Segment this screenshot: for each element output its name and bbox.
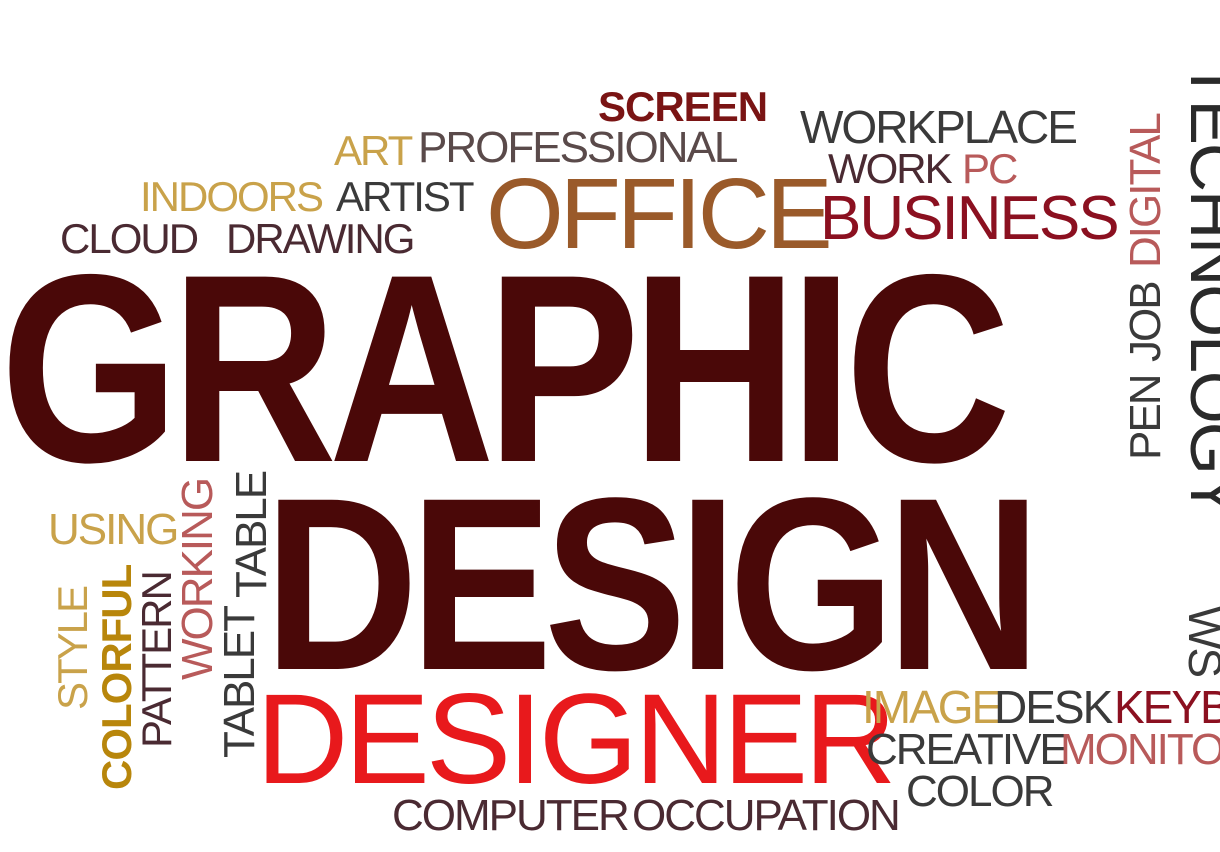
word-colorful: COLORFUL [93,564,140,790]
word-monitor: MONITO [1060,725,1220,774]
word-image: IMAGE [862,681,1002,733]
word-indoors: INDOORS [140,173,324,220]
word-job: JOB [1121,282,1170,362]
word-designer: DESIGNER [256,668,897,811]
word-workplace: WORKPLACE [800,101,1078,153]
word-table: TABLE [227,471,276,598]
word-desk: DESK [994,681,1113,733]
word-tablet: TABLET [215,606,264,758]
word-screen: SCREEN [598,83,768,130]
word-pattern: PATTERN [133,572,180,748]
word-digital: DIGITAL [1121,114,1170,268]
word-using: USING [48,505,179,554]
word-art: ART [334,127,413,174]
word-cloud: SCREEN WORKPLACE ART PROFESSIONAL WORK P… [0,0,1220,852]
word-computer: COMPUTER [392,791,630,840]
word-style: STYLE [49,586,96,710]
word-technology: TECHNOLOGY [1176,60,1220,517]
word-pen: PEN [1121,375,1170,460]
word-artist: ARTIST [336,173,475,220]
word-creative: CREATIVE [866,725,1069,774]
word-ws-fragment: WS [1179,606,1220,677]
word-occupation: OCCUPATION [632,791,901,840]
word-color: COLOR [906,767,1054,816]
word-keyboard: KEYB [1114,681,1220,733]
word-working: WORKING [173,478,222,680]
